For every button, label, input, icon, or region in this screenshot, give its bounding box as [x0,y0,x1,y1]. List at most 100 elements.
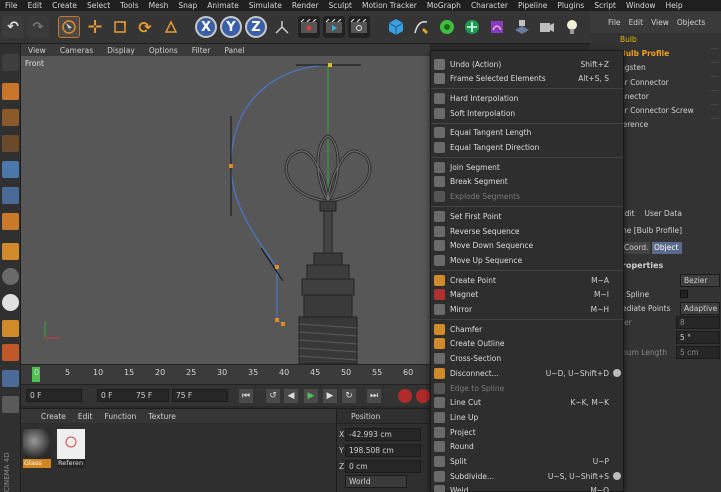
grid-icon[interactable] [2,396,19,413]
menu-mograph[interactable]: MoGraph [422,1,466,10]
snap-icon[interactable] [2,294,19,311]
menu-window[interactable]: Window [621,1,661,10]
camera-icon[interactable] [536,16,558,38]
front-viewport[interactable]: Front [21,56,430,364]
context-item-magnet[interactable]: Magnet M~I [431,288,623,302]
gear-icon[interactable] [613,369,621,378]
floor-icon[interactable] [511,16,533,38]
context-item-chamfer[interactable]: Chamfer [431,322,623,336]
menu-edit[interactable]: Edit [23,1,48,10]
context-item-equal-tangent-direction[interactable]: Equal Tangent Direction [431,141,623,155]
magnet-tool-icon[interactable] [2,344,19,361]
autokey-icon[interactable] [416,389,430,403]
move-icon[interactable]: ✛ [84,16,106,38]
coordinate-space-select[interactable]: World [345,475,407,488]
object-row-upper-connector[interactable]: er Connector [620,78,669,90]
viewport-scene[interactable] [21,56,430,364]
start-frame-field[interactable]: 0 F [26,389,82,402]
context-item-move-up-sequence[interactable]: Move Up Sequence [431,253,623,267]
maximum-length-field[interactable]: 5 cm [676,346,720,359]
material-menu-edit[interactable]: Edit [72,412,99,421]
tab-coord[interactable]: Coord. [622,242,650,254]
context-item-create-outline[interactable]: Create Outline [431,337,623,351]
object-menu-view[interactable]: View [651,18,669,27]
previous-key-icon[interactable]: ↺ [266,389,280,403]
spline-type-select[interactable]: Bezier [680,274,720,287]
render-view-icon[interactable] [298,16,320,38]
cube-icon[interactable] [385,16,407,38]
context-item-reverse-sequence[interactable]: Reverse Sequence [431,224,623,238]
position-z-field[interactable]: 0 cm [345,460,421,473]
y-axis-button[interactable]: Y [220,16,242,38]
coordinate-system-icon[interactable] [271,16,293,38]
context-item-cross-section[interactable]: Cross-Section [431,352,623,366]
play-icon[interactable]: ▶ [304,389,318,403]
viewport-menu-options[interactable]: Options [142,46,185,55]
deformer-icon[interactable] [486,16,508,38]
rotate-icon[interactable]: ⟳ [134,16,156,38]
context-item-disconnect[interactable]: Disconnect... U~D, U~Shift+D [431,366,623,380]
object-row-bulb[interactable]: Bulb [620,35,637,47]
position-y-field[interactable]: 198.508 cm [345,444,421,457]
next-key-icon[interactable]: ↻ [342,389,356,403]
end-frame-field[interactable]: 75 F [172,389,228,402]
menu-character[interactable]: Character [466,1,513,10]
cloner-icon[interactable] [461,16,483,38]
material-menu-create[interactable]: Create [35,412,72,421]
context-item-frame-selected-elements[interactable]: Frame Selected Elements Alt+S, S [431,72,623,86]
menu-animate[interactable]: Animate [202,1,243,10]
context-item-weld[interactable]: Weld M~Q [431,484,623,492]
render-picture-viewer-icon[interactable] [323,16,345,38]
menu-render[interactable]: Render [287,1,324,10]
workplane-icon[interactable] [2,135,19,152]
live-selection-icon[interactable] [58,16,80,38]
redo-icon[interactable]: ↷ [27,16,49,38]
context-item-subdivide[interactable]: Subdivide... U~S, U~Shift+S [431,469,623,483]
context-item-undo-action[interactable]: Undo (Action) Shift+Z [431,57,623,71]
menu-pipeline[interactable]: Pipeline [513,1,552,10]
material-reference[interactable]: Referen [57,429,85,473]
intermediate-points-select[interactable]: Adaptive [680,302,720,315]
edges-mode-icon[interactable] [2,187,19,204]
object-row-bulb-profile[interactable]: Bulb Profile [620,49,669,61]
texture-mode-icon[interactable] [2,109,19,126]
object-menu-edit[interactable]: Edit [629,18,644,27]
model-mode-icon[interactable] [2,83,19,100]
recent-tool-icon[interactable] [160,16,182,38]
polygons-mode-icon[interactable] [2,213,19,230]
locked-workplane-icon[interactable] [2,370,19,387]
axis-mode-icon[interactable] [2,243,19,260]
menu-create[interactable]: Create [47,1,82,10]
context-item-equal-tangent-length[interactable]: Equal Tangent Length [431,126,623,140]
menu-tools[interactable]: Tools [115,1,143,10]
menu-mesh[interactable]: Mesh [144,1,174,10]
scale-icon[interactable] [109,16,131,38]
menu-file[interactable]: File [0,1,23,10]
context-item-hard-interpolation[interactable]: Hard Interpolation [431,91,623,105]
enable-axis-icon[interactable] [2,320,19,337]
context-item-soft-interpolation[interactable]: Soft Interpolation [431,106,623,120]
points-mode-icon[interactable] [2,161,19,178]
gear-icon[interactable] [613,472,621,481]
menu-simulate[interactable]: Simulate [244,1,287,10]
material-glass[interactable]: Glass [23,429,51,473]
context-item-create-point[interactable]: Create Point M~A [431,273,623,287]
go-to-start-icon[interactable]: ⏮ [239,389,253,403]
edit-render-settings-icon[interactable] [348,16,370,38]
context-item-round[interactable]: Round [431,440,623,454]
menu-motion-tracker[interactable]: Motion Tracker [357,1,422,10]
context-item-project[interactable]: Project [431,425,623,439]
number-field[interactable]: 8 [676,316,720,329]
object-row-reference[interactable]: ference [620,120,648,132]
viewport-menu-cameras[interactable]: Cameras [53,46,100,55]
object-row-connector[interactable]: nnector [620,92,649,104]
menu-sculpt[interactable]: Sculpt [324,1,357,10]
context-item-move-down-sequence[interactable]: Move Down Sequence [431,239,623,253]
x-axis-button[interactable]: X [195,16,217,38]
material-menu-function[interactable]: Function [98,412,142,421]
context-item-line-cut[interactable]: Line Cut K~K, M~K [431,396,623,410]
context-item-mirror[interactable]: Mirror M~H [431,303,623,317]
record-icon[interactable] [398,389,412,403]
subdivision-surface-icon[interactable] [436,16,458,38]
menu-snap[interactable]: Snap [173,1,202,10]
